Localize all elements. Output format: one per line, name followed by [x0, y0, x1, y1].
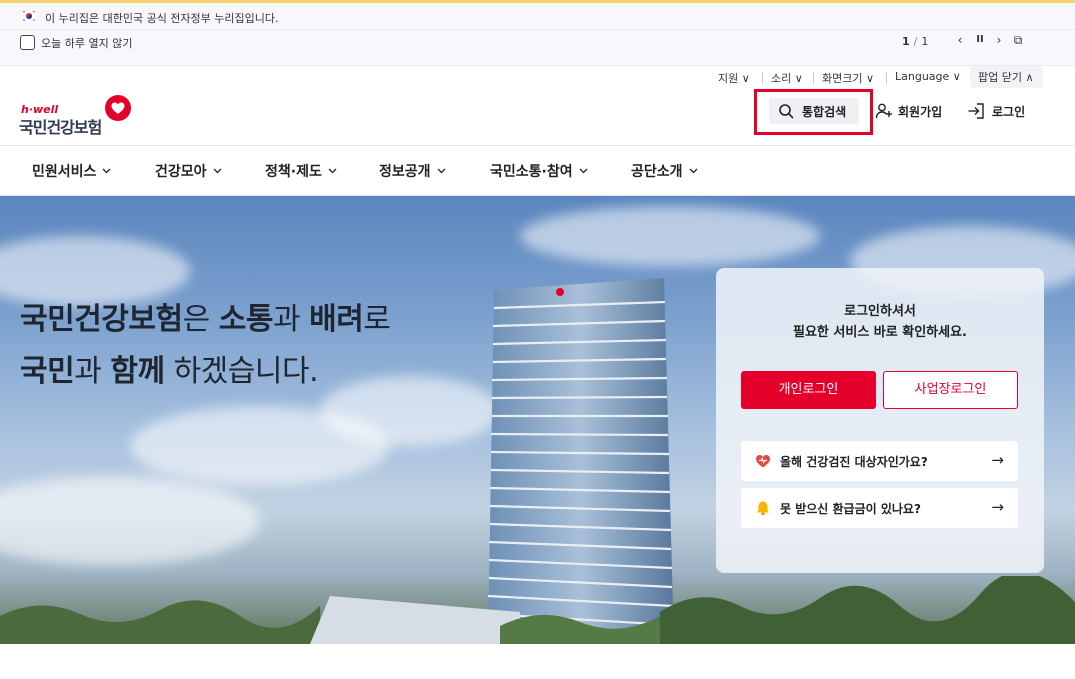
login-label: 로그인 — [992, 105, 1026, 119]
refund-label: 못 받으신 환급금이 있나요? — [780, 502, 921, 516]
chevron-down-icon — [102, 168, 111, 174]
cloud-shape — [0, 476, 260, 566]
util-sound[interactable]: 소리 ∨ — [771, 70, 803, 86]
global-nav: 민원서비스 건강모아 정책·제도 정보공개 국민소통·참여 공단소개 — [0, 145, 1075, 196]
close-popup-button[interactable]: 팝업 닫기 ∧ — [970, 66, 1043, 88]
pager-total: 1 — [921, 35, 929, 48]
gnb-label: 국민소통·참여 — [490, 164, 573, 180]
util-screen-size[interactable]: 화면크기 ∨ — [822, 70, 874, 86]
gnb-civil-service[interactable]: 민원서비스 — [32, 161, 111, 181]
gnb-label: 공단소개 — [631, 164, 683, 180]
gnb-about[interactable]: 공단소개 — [631, 161, 698, 181]
login-card-message: 로그인하셔서 필요한 서비스 바로 확인하세요. — [716, 301, 1044, 343]
gnb-info-disclosure[interactable]: 정보공개 — [379, 161, 446, 181]
login-arrow-icon — [968, 103, 984, 119]
refund-link[interactable]: 못 받으신 환급금이 있나요? → — [741, 488, 1018, 528]
arrow-right-icon: → — [991, 451, 1004, 469]
login-card: 로그인하셔서 필요한 서비스 바로 확인하세요. 개인로그인 사업장로그인 올해… — [716, 268, 1044, 573]
gov-banner-text: 이 누리집은 대한민국 공식 전자정부 누리집입니다. — [45, 12, 279, 25]
cloud-shape — [520, 206, 820, 266]
health-checkup-label: 올해 건강검진 대상자인가요? — [780, 455, 928, 469]
health-checkup-link[interactable]: 올해 건강검진 대상자인가요? → — [741, 441, 1018, 481]
gov-banner: 이 누리집은 대한민국 공식 전자정부 누리집입니다. — [0, 0, 1075, 30]
dont-show-today-checkbox[interactable] — [20, 35, 35, 50]
integrated-search-button[interactable]: 통합검색 — [769, 98, 859, 124]
popup-pager: 1/1 — [902, 35, 928, 48]
login-card-message-line2: 필요한 서비스 바로 확인하세요. — [793, 325, 967, 340]
util-divider — [813, 72, 814, 84]
util-language[interactable]: Language ∨ — [895, 70, 961, 83]
user-add-icon — [875, 103, 892, 119]
slogan-word: 과 — [74, 354, 111, 389]
popup-prev-button[interactable]: ‹ — [953, 33, 967, 47]
heart-checkup-icon — [756, 455, 770, 468]
hero-slogan-line1: 국민건강보험은 소통과 배려로 — [20, 294, 391, 346]
hero-slogan: 국민건강보험은 소통과 배려로 국민과 함께 하겠습니다. — [20, 294, 391, 398]
slogan-word: 로 — [363, 302, 391, 337]
pager-current: 1 — [902, 35, 910, 48]
gnb-policy[interactable]: 정책·제도 — [265, 161, 337, 181]
slogan-word: 국민 — [20, 354, 75, 389]
gnb-label: 건강모아 — [155, 164, 207, 180]
chevron-down-icon — [328, 168, 337, 174]
util-support[interactable]: 지원 ∨ — [718, 70, 750, 86]
slogan-word: 소통 — [218, 302, 274, 337]
chevron-down-icon — [437, 168, 445, 174]
slogan-word: 은 — [182, 302, 219, 337]
chevron-down-icon — [579, 168, 588, 174]
popup-control-bar: 오늘 하루 열지 않기 1/1 ‹ II › ⧉ — [0, 30, 1075, 66]
slogan-word: 국민건강보험 — [20, 302, 183, 337]
taegukgi-flag-icon — [22, 10, 36, 22]
signup-label: 회원가입 — [898, 105, 943, 119]
search-icon — [779, 104, 794, 119]
search-label: 통합검색 — [802, 105, 847, 119]
heart-logo-icon — [105, 95, 131, 121]
tree-line-image — [0, 576, 1075, 644]
chevron-down-icon — [689, 168, 697, 174]
slogan-word: 배려 — [309, 302, 364, 337]
gnb-label: 정책·제도 — [265, 164, 322, 180]
logo-name: 국민건강보험 — [19, 118, 102, 137]
util-divider — [762, 72, 763, 84]
popup-copy-icon[interactable]: ⧉ — [1011, 33, 1025, 48]
gnb-label: 민원서비스 — [32, 164, 97, 180]
chevron-down-icon — [213, 168, 221, 174]
arrow-right-icon: → — [991, 498, 1004, 516]
personal-login-button[interactable]: 개인로그인 — [741, 371, 876, 409]
bell-icon — [757, 501, 769, 516]
popup-next-button[interactable]: › — [992, 33, 1006, 47]
util-divider — [886, 72, 887, 84]
slogan-word: 과 — [272, 302, 310, 337]
gnb-communication[interactable]: 국민소통·참여 — [490, 161, 588, 181]
gnb-health-moa[interactable]: 건강모아 — [155, 161, 222, 181]
pager-separator: / — [913, 35, 918, 48]
business-login-button[interactable]: 사업장로그인 — [883, 371, 1018, 409]
dont-show-today-label[interactable]: 오늘 하루 열지 않기 — [41, 35, 132, 51]
slogan-word: 하겠습니다. — [164, 354, 319, 389]
gnb-label: 정보공개 — [379, 164, 431, 180]
popup-pause-button[interactable]: II — [973, 34, 987, 45]
slogan-word: 함께 — [110, 354, 165, 389]
login-card-message-line1: 로그인하셔서 — [844, 304, 916, 319]
hero-slogan-line2: 국민과 함께 하겠습니다. — [20, 346, 390, 398]
